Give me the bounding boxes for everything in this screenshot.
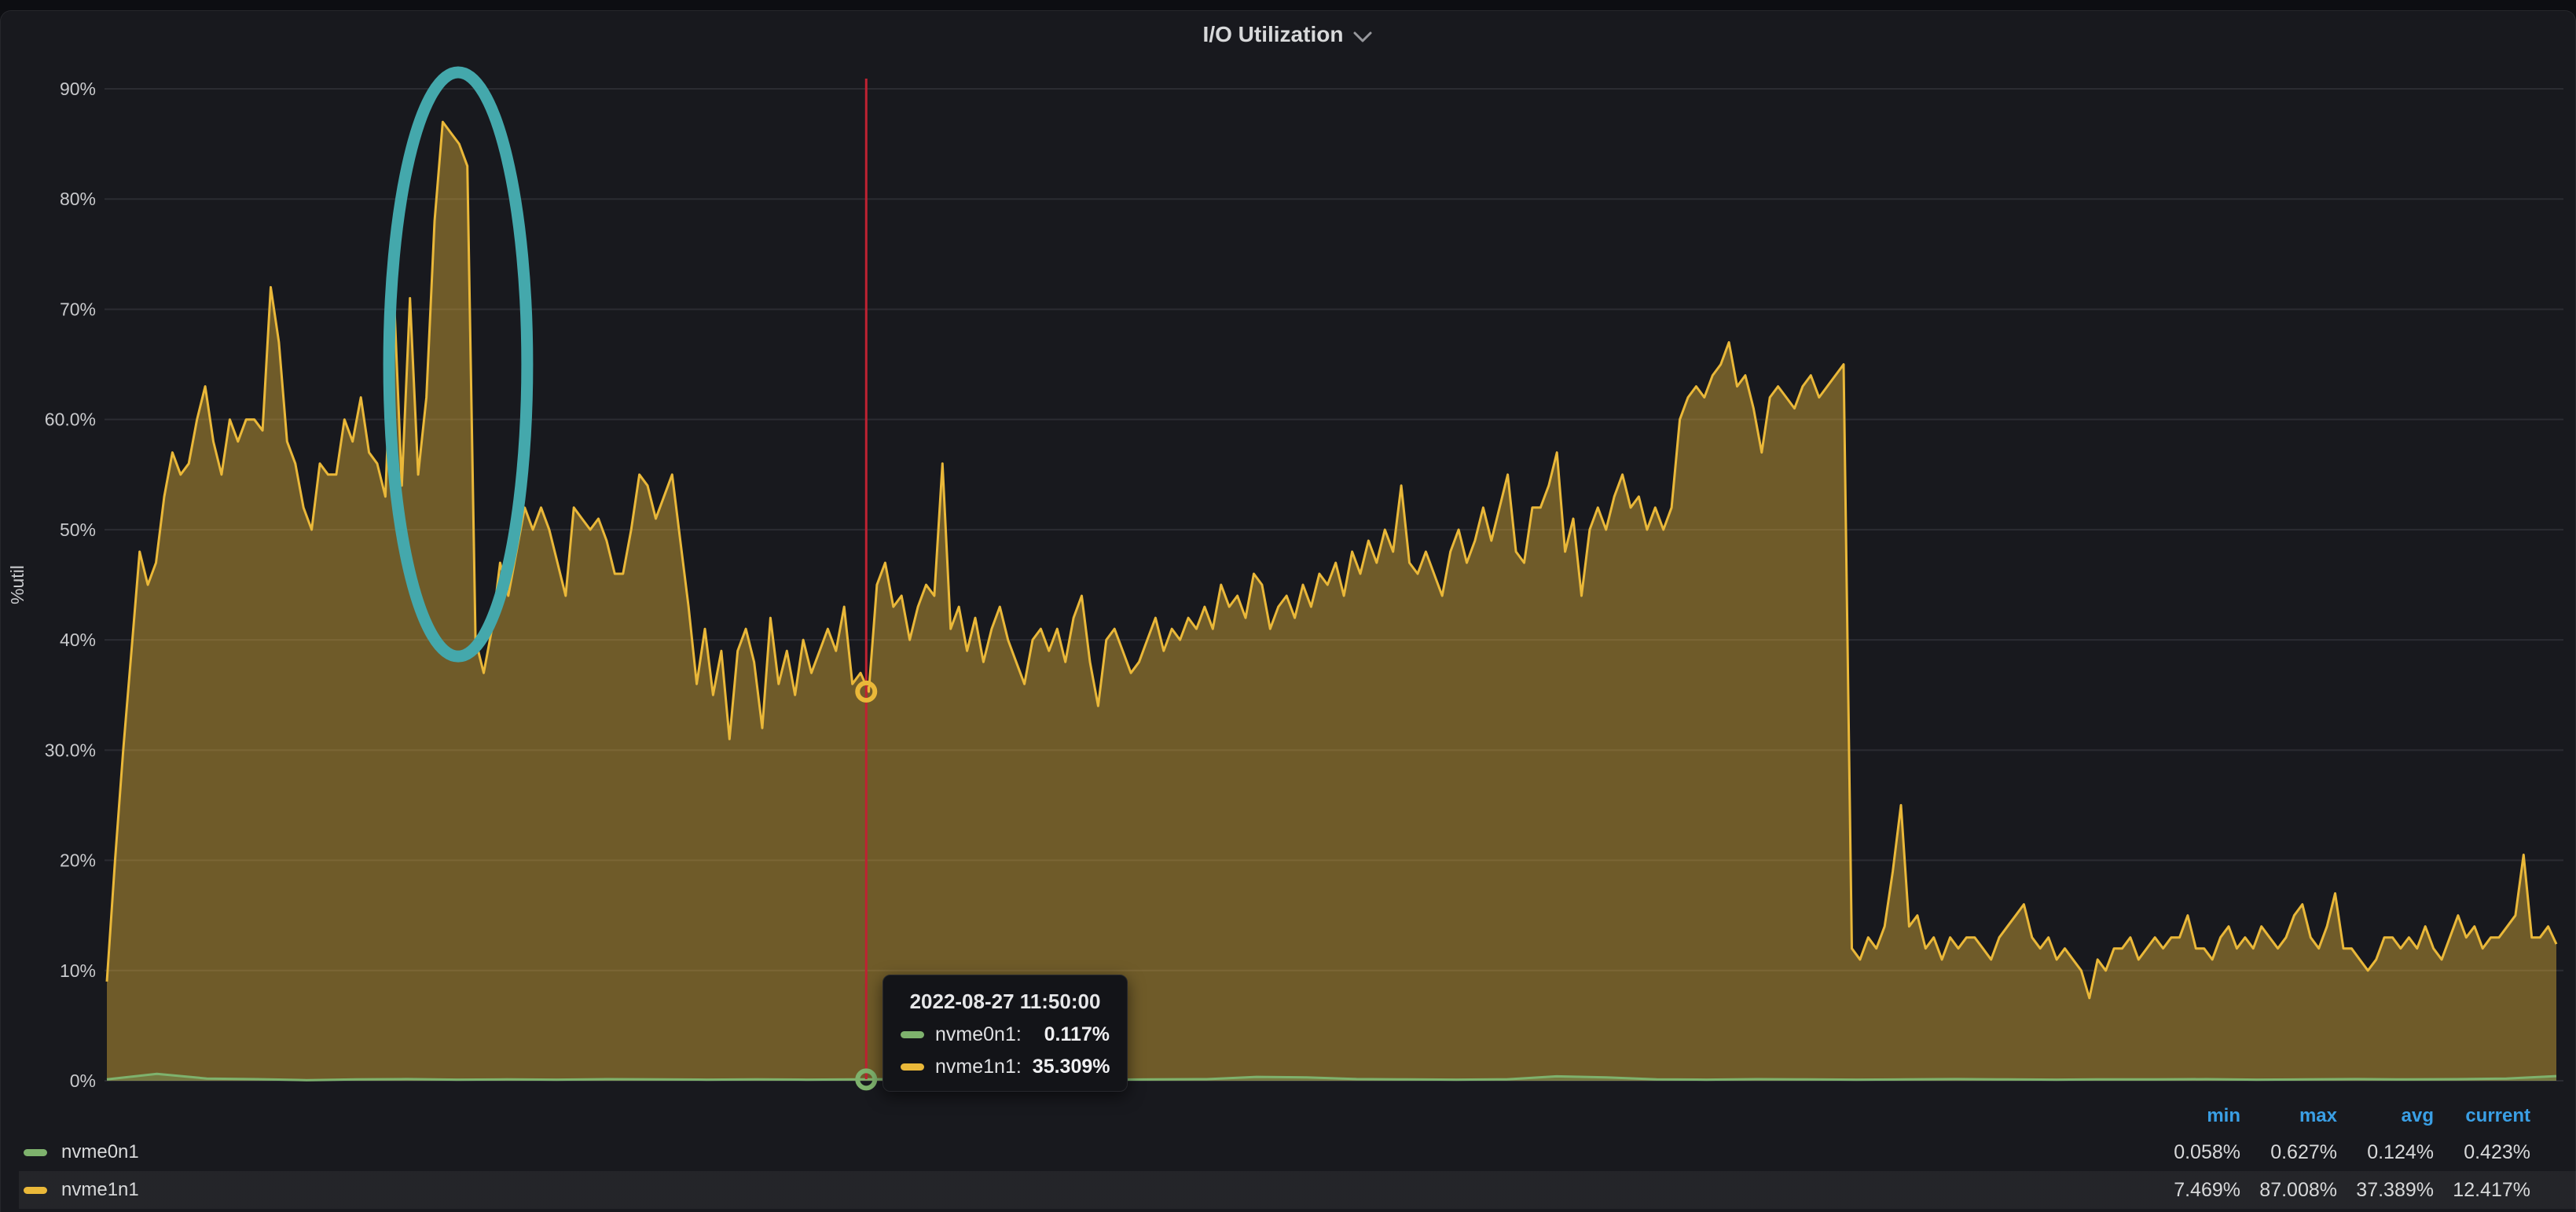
tooltip-row: nvme1n1: 35.309% [901,1056,1110,1078]
io-utilization-chart[interactable]: 90% 80% 70% 60.0% 50% 40% 30.0% 20% 10% 0% %util [0,0,2576,1212]
legend-stat-max-nvme0n1: 0.627% [2240,1141,2337,1164]
y-tick-label: 30.0% [45,740,96,760]
tooltip-series-label: nvme1n1: [935,1056,1022,1078]
legend-header-avg[interactable]: avg [2337,1105,2434,1127]
y-tick-label: 50% [60,520,96,540]
legend-series-dash-icon [24,1187,47,1194]
legend-series-name-nvme0n1[interactable]: nvme0n1 [61,1141,139,1163]
legend-row-nvme0n1: nvme0n1 0.058%0.627%0.124%0.423% [0,1133,2576,1171]
y-axis-label: %util [7,565,28,604]
legend-series-rows: nvme0n1 0.058%0.627%0.124%0.423% nvme1n1 7.… [0,1133,2576,1209]
legend-stats-cells: 7.469%87.008%37.389%12.417% [2144,1179,2576,1202]
y-tick-label: 20% [60,850,96,871]
legend-header-max[interactable]: max [2240,1105,2337,1127]
y-tick-label: 90% [60,79,96,99]
legend-series-name-nvme1n1[interactable]: nvme1n1 [61,1179,139,1201]
tooltip-timestamp: 2022-08-27 11:50:00 [901,990,1110,1014]
legend-stat-min-nvme1n1: 7.469% [2144,1179,2240,1202]
tooltip-row: nvme0n1: 0.117% [901,1023,1110,1046]
y-tick-label: 10% [60,960,96,981]
hover-tooltip: 2022-08-27 11:50:00 nvme0n1: 0.117% nvme1n… [883,975,1128,1092]
panel-title[interactable]: I/O Utilization [1203,22,1344,47]
legend-stat-max-nvme1n1: 87.008% [2240,1179,2337,1202]
legend: minmaxavgcurrent nvme0n1 0.058%0.627%0.12… [0,1099,2576,1212]
legend-header-current[interactable]: current [2434,1105,2530,1127]
legend-stat-current-nvme0n1: 0.423% [2434,1141,2530,1164]
y-tick-label: 60.0% [45,410,96,430]
legend-series-dash-icon [24,1149,47,1156]
tooltip-series-label: nvme0n1: [935,1023,1022,1046]
legend-stat-avg-nvme1n1: 37.389% [2337,1179,2434,1202]
legend-stat-avg-nvme0n1: 0.124% [2337,1141,2434,1164]
legend-row-nvme1n1: nvme1n1 7.469%87.008%37.389%12.417% [0,1171,2576,1209]
tooltip-series-value: 0.117% [1044,1023,1110,1046]
panel-header[interactable]: I/O Utilization [0,10,2576,59]
legend-stat-min-nvme0n1: 0.058% [2144,1141,2240,1164]
legend-stat-current-nvme1n1: 12.417% [2434,1179,2530,1202]
tooltip-series-dash-icon [901,1031,924,1038]
y-tick-label: 80% [60,189,96,209]
tooltip-rows: nvme0n1: 0.117% nvme1n1: 35.309% [901,1023,1110,1078]
legend-stats-cells: 0.058%0.627%0.124%0.423% [2144,1141,2576,1164]
y-tick-label: 40% [60,630,96,650]
chevron-down-icon [1352,31,1373,43]
tooltip-series-dash-icon [901,1063,924,1071]
y-tick-label: 0% [70,1071,96,1091]
legend-header-min[interactable]: min [2144,1105,2240,1127]
legend-stats-header-row: minmaxavgcurrent [0,1099,2576,1133]
grafana-panel-screen: 90% 80% 70% 60.0% 50% 40% 30.0% 20% 10% 0% %util I… [0,0,2576,1212]
y-tick-label: 70% [60,299,96,319]
tooltip-series-value: 35.309% [1033,1056,1110,1078]
